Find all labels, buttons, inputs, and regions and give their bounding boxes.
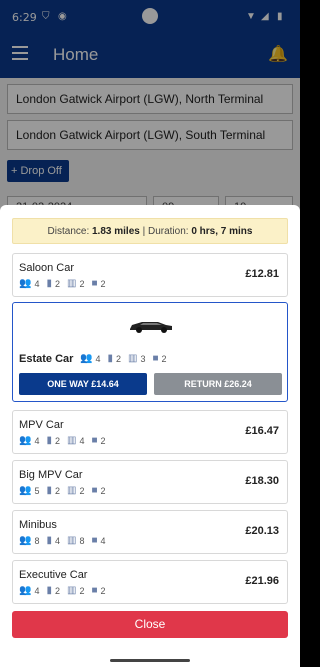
vehicle-card-estate-selected[interactable]: Estate Car 👥 4 ▮ 2 ▥ 3 ■ 2 ONE WAY £14.64 RE…: [12, 302, 288, 402]
trip-info-banner: Distance: 1.83 miles | Duration: 0 hrs, …: [12, 218, 288, 244]
suitcase-icon: ▮: [107, 353, 113, 364]
people-icon: 👥: [19, 535, 32, 546]
hand-luggage-icon: ▥: [67, 585, 77, 596]
vehicle-features: 👥 4 ▮ 2 ▥ 2 ■ 2: [19, 278, 113, 289]
passengers-count: 5: [34, 485, 40, 496]
luggage-count: 2: [54, 485, 60, 496]
vehicle-name: MPV Car: [19, 419, 64, 431]
vehicle-card-saloon[interactable]: Saloon Car 👥 4 ▮ 2 ▥ 2 ■ 2 £12.81: [12, 253, 288, 297]
hand-luggage-icon: ▥: [67, 435, 77, 446]
vehicle-price: £21.96: [245, 575, 279, 587]
luggage-count: 2: [115, 353, 121, 364]
luggage-count: 2: [54, 585, 60, 596]
briefcase-count: 2: [100, 278, 106, 289]
vehicle-card-minibus[interactable]: Minibus 👥 8 ▮ 4 ▥ 8 ■ 4 £20.13: [12, 510, 288, 554]
hand-luggage-count: 2: [79, 585, 85, 596]
vehicle-features: 👥 4 ▮ 2 ▥ 4 ■ 2: [19, 435, 113, 446]
one-way-button[interactable]: ONE WAY £14.64: [19, 373, 147, 395]
vehicle-name: Executive Car: [19, 569, 88, 581]
hand-luggage-icon: ▥: [128, 353, 138, 364]
people-icon: 👥: [19, 485, 32, 496]
people-icon: 👥: [19, 585, 32, 596]
duration-value: 0 hrs, 7 mins: [191, 226, 253, 237]
luggage-count: 2: [54, 278, 60, 289]
briefcase-icon: ■: [91, 535, 98, 546]
vehicle-price: £12.81: [245, 268, 279, 280]
briefcase-icon: ■: [91, 278, 98, 289]
gesture-bar: [0, 653, 300, 667]
hand-luggage-icon: ▥: [67, 535, 77, 546]
passengers-count: 8: [34, 535, 40, 546]
people-icon: 👥: [19, 278, 32, 289]
return-button[interactable]: RETURN £26.24: [154, 373, 282, 395]
briefcase-icon: ■: [91, 435, 98, 446]
car-icon: [130, 322, 172, 333]
briefcase-icon: ■: [91, 485, 98, 496]
vehicle-price: £20.13: [245, 525, 279, 537]
suitcase-icon: ▮: [46, 485, 52, 496]
close-button[interactable]: Close: [12, 611, 288, 638]
suitcase-icon: ▮: [46, 535, 52, 546]
hand-luggage-count: 4: [79, 435, 85, 446]
home-handle[interactable]: [110, 659, 190, 662]
passengers-count: 4: [95, 353, 101, 364]
vehicle-features: 👥 8 ▮ 4 ▥ 8 ■ 4: [19, 535, 113, 546]
briefcase-count: 2: [100, 485, 106, 496]
vehicle-price: £16.47: [245, 425, 279, 437]
suitcase-icon: ▮: [46, 585, 52, 596]
vehicle-name: Estate Car: [19, 353, 74, 365]
vehicle-card-executive[interactable]: Executive Car 👥 4 ▮ 2 ▥ 2 ■ 2 £21.96: [12, 560, 288, 604]
briefcase-count: 2: [100, 585, 106, 596]
hand-luggage-count: 2: [79, 278, 85, 289]
vehicle-name: Saloon Car: [19, 262, 75, 274]
luggage-count: 2: [54, 435, 60, 446]
briefcase-count: 2: [161, 353, 167, 364]
vehicle-features: 👥 5 ▮ 2 ▥ 2 ■ 2: [19, 485, 113, 496]
briefcase-icon: ■: [91, 585, 98, 596]
passengers-count: 4: [34, 278, 40, 289]
suitcase-icon: ▮: [46, 435, 52, 446]
distance-value: 1.83 miles: [92, 226, 140, 237]
people-icon: 👥: [19, 435, 32, 446]
vehicle-name: Big MPV Car: [19, 469, 83, 481]
hand-luggage-icon: ▥: [67, 485, 77, 496]
hand-luggage-count: 8: [79, 535, 85, 546]
vehicle-price: £18.30: [245, 475, 279, 487]
vehicle-name: Minibus: [19, 519, 57, 531]
hand-luggage-icon: ▥: [67, 278, 77, 289]
hand-luggage-count: 2: [79, 485, 85, 496]
vehicle-features: 👥 4 ▮ 2 ▥ 2 ■ 2: [19, 585, 113, 596]
briefcase-count: 2: [100, 435, 106, 446]
people-icon: 👥: [80, 353, 93, 364]
passengers-count: 4: [34, 435, 40, 446]
vehicle-features: 👥 4 ▮ 2 ▥ 3 ■ 2: [80, 353, 174, 364]
duration-label: | Duration:: [142, 226, 189, 237]
vehicle-card-big-mpv[interactable]: Big MPV Car 👥 5 ▮ 2 ▥ 2 ■ 2 £18.30: [12, 460, 288, 504]
briefcase-count: 4: [100, 535, 106, 546]
luggage-count: 4: [54, 535, 60, 546]
distance-label: Distance:: [47, 226, 90, 237]
vehicle-selection-sheet: Distance: 1.83 miles | Duration: 0 hrs, …: [0, 205, 300, 653]
vehicle-card-mpv[interactable]: MPV Car 👥 4 ▮ 2 ▥ 4 ■ 2 £16.47: [12, 410, 288, 454]
suitcase-icon: ▮: [46, 278, 52, 289]
briefcase-icon: ■: [152, 353, 159, 364]
passengers-count: 4: [34, 585, 40, 596]
hand-luggage-count: 3: [140, 353, 146, 364]
